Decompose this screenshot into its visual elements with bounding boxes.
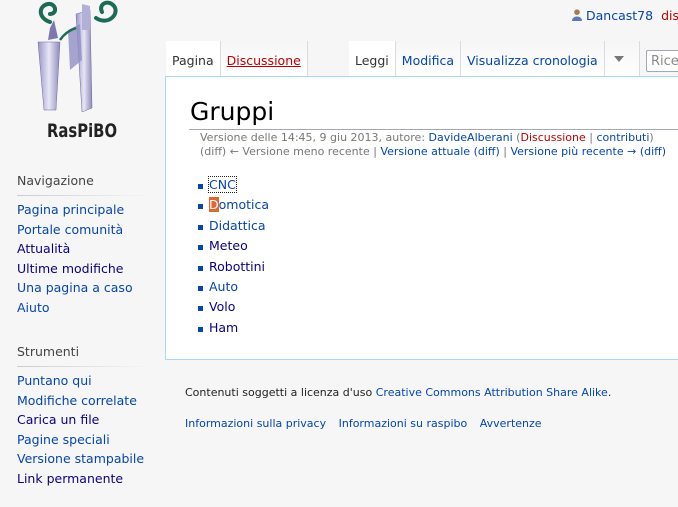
divider xyxy=(17,366,151,367)
username-link[interactable]: Dancast78 xyxy=(586,8,653,23)
list-item: Volo xyxy=(196,297,269,317)
current-revision-link[interactable]: Versione attuale xyxy=(380,145,470,158)
tab-discussion-label[interactable]: Discussione xyxy=(227,53,301,68)
footer-privacy-link[interactable]: Informazioni sulla privacy xyxy=(185,417,326,430)
namespace-tabs: Pagina Discussione xyxy=(166,41,308,77)
search-input[interactable]: Rice xyxy=(646,50,678,72)
current-diff-link[interactable]: (diff) xyxy=(474,145,500,158)
license-end: . xyxy=(607,386,612,399)
sidebar-item-current-events[interactable]: Attualità xyxy=(17,241,70,256)
author-talk-link[interactable]: Discussione xyxy=(520,131,585,144)
footer-license: Contenuti soggetti a licenza d'uso Creat… xyxy=(185,386,611,399)
content-area: Gruppi Versione delle 14:45, 9 giu 2013,… xyxy=(165,76,678,360)
list-item: CNC xyxy=(196,175,269,195)
sidebar-item-recent-changes[interactable]: Ultime modifiche xyxy=(17,261,123,276)
page-title: Gruppi xyxy=(190,97,275,126)
list-item: Robottini xyxy=(196,257,269,277)
tab-edit[interactable]: Modifica xyxy=(395,41,462,77)
sidebar-item-printable-version[interactable]: Versione stampabile xyxy=(17,451,144,466)
tab-read-label[interactable]: Leggi xyxy=(355,53,389,68)
divider xyxy=(17,195,151,196)
tab-edit-label[interactable]: Modifica xyxy=(402,53,454,68)
list-item: Auto xyxy=(196,277,269,297)
tab-page-label[interactable]: Pagina xyxy=(172,53,214,68)
group-link-robottini[interactable]: Robottini xyxy=(209,259,265,274)
sidebar-item-main-page[interactable]: Pagina principale xyxy=(17,202,124,217)
personal-tools: Dancast78 dis xyxy=(572,8,678,23)
footer-disclaimer-link[interactable]: Avvertenze xyxy=(480,417,542,430)
sidebar-item-help[interactable]: Aiuto xyxy=(17,300,50,315)
sidebar-item-special-pages[interactable]: Pagine speciali xyxy=(17,432,110,447)
group-link-domotica-rest: omotica xyxy=(218,197,270,213)
chevron-down-icon xyxy=(613,56,624,62)
group-link-volo[interactable]: Volo xyxy=(209,299,235,314)
footer-about-link[interactable]: Informazioni su raspibo xyxy=(339,417,468,430)
sidebar-navigation: Navigazione Pagina principale Portale co… xyxy=(17,173,151,318)
list-item: Didattica xyxy=(196,216,269,236)
newer-revision-link[interactable]: Versione più recente → xyxy=(510,145,636,158)
list-item: Ham xyxy=(196,318,269,338)
sidebar-item-random-page[interactable]: Una pagina a caso xyxy=(17,280,133,295)
group-link-auto[interactable]: Auto xyxy=(209,279,238,294)
text-cursor-highlight: D xyxy=(209,197,219,213)
group-link-didattica[interactable]: Didattica xyxy=(209,218,266,233)
group-link-cnc[interactable]: CNC xyxy=(208,176,237,193)
license-link[interactable]: Creative Commons Attribution Share Alike xyxy=(376,386,608,399)
sidebar-item-related-changes[interactable]: Modifiche correlate xyxy=(17,393,137,408)
group-link-meteo[interactable]: Meteo xyxy=(209,238,248,253)
tab-page[interactable]: Pagina xyxy=(166,41,221,77)
sidebar-tools: Strumenti Puntano qui Modifiche correlat… xyxy=(17,344,151,489)
sidebar-item-community-portal[interactable]: Portale comunità xyxy=(17,222,123,237)
logo-text: RasPiBO xyxy=(47,120,118,142)
list-item: Domotica xyxy=(196,195,269,215)
older-revision: ← Versione meno recente xyxy=(229,144,370,158)
tab-history[interactable]: Visualizza cronologia xyxy=(461,41,605,77)
tab-read[interactable]: Leggi xyxy=(349,41,396,77)
newer-diff-link[interactable]: (diff) xyxy=(640,145,666,158)
tab-discussion[interactable]: Discussione xyxy=(220,41,308,77)
user-icon xyxy=(572,9,582,21)
revision-info: Versione delle 14:45, 9 giu 2013, autore… xyxy=(200,131,667,158)
sidebar-item-upload-file[interactable]: Carica un file xyxy=(17,412,99,427)
sidebar-item-permanent-link[interactable]: Link permanente xyxy=(17,471,123,486)
navigation-heading: Navigazione xyxy=(17,173,94,188)
footer-places: Informazioni sulla privacy Informazioni … xyxy=(185,417,551,430)
groups-list: CNC Domotica Didattica Meteo Robottini A… xyxy=(196,175,269,338)
group-link-ham[interactable]: Ham xyxy=(209,320,238,335)
tab-history-label[interactable]: Visualizza cronologia xyxy=(467,53,598,68)
diff-prev: (diff) xyxy=(200,144,227,158)
sidebar-item-what-links-here[interactable]: Puntano qui xyxy=(17,373,92,388)
tools-heading: Strumenti xyxy=(17,344,80,359)
author-link[interactable]: DavideAlberani xyxy=(429,131,513,144)
divider xyxy=(189,129,678,130)
view-tabs: Leggi Modifica Visualizza cronologia xyxy=(349,41,640,77)
license-text: Contenuti soggetti a licenza d'uso xyxy=(185,386,376,399)
user-talk-link[interactable]: dis xyxy=(661,8,678,23)
list-item: Meteo xyxy=(196,236,269,256)
revision-prefix: Versione delle 14:45, 9 giu 2013, autore… xyxy=(200,131,429,144)
author-contribs-link[interactable]: contributi xyxy=(596,131,649,144)
more-actions-menu[interactable] xyxy=(604,41,640,77)
group-link-domotica[interactable]: Domotica xyxy=(209,197,270,213)
